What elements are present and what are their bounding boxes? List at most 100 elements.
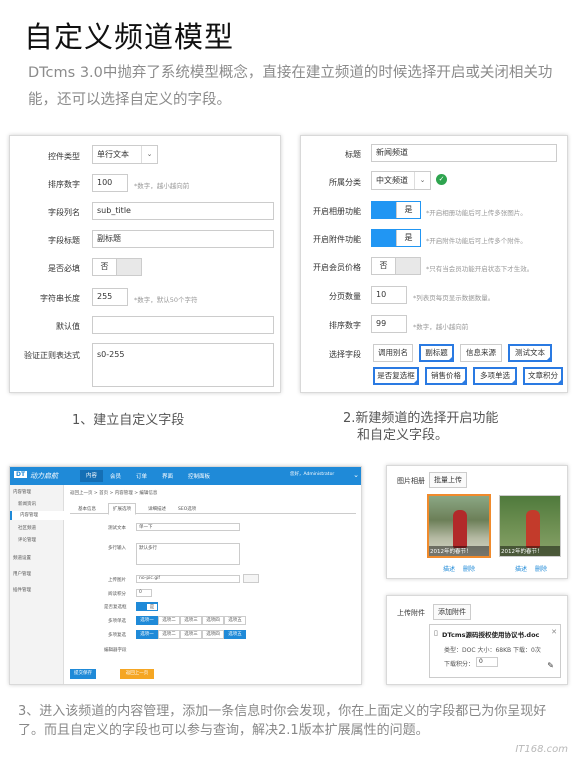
top-nav: DT 动力启航 内容 会员 订单 界面 控制面板 您好，Administrato…: [10, 467, 361, 485]
menu-chevron-icon[interactable]: ⌄: [353, 471, 359, 479]
field-label: 默认值: [56, 322, 80, 331]
edit-icon[interactable]: ✎: [547, 661, 554, 670]
field-hint: *开启附件功能后可上传多个附件。: [426, 237, 527, 245]
sidebar-group[interactable]: 用户管理: [13, 571, 31, 577]
sidebar-group[interactable]: 频道设置: [13, 555, 31, 561]
field-label: 控件类型: [48, 152, 80, 161]
field-label: 分页数量: [329, 292, 361, 301]
nav-item-content[interactable]: 内容: [80, 470, 104, 482]
form-label: 编辑器字段: [104, 648, 127, 653]
nav-item-ui[interactable]: 界面: [162, 472, 173, 480]
field-option[interactable]: 销售价格: [425, 367, 467, 385]
nav-item-member[interactable]: 会员: [110, 472, 121, 480]
radio-option-active[interactable]: 选项一: [136, 616, 158, 625]
sidebar-item[interactable]: 新闻资讯: [18, 501, 36, 507]
field-label: 字段标题: [48, 236, 80, 245]
checkbox-option[interactable]: 选项三: [180, 630, 202, 639]
describe-link[interactable]: 描述: [515, 564, 527, 573]
field-form-panel: 控件类型 单行文本 ⌄ 排序数字 100 *数字，越小越向前 字段列名 sub_t…: [9, 135, 281, 393]
form-label: 上传图片: [108, 578, 126, 583]
tab-seo[interactable]: SEO选项: [178, 506, 196, 512]
field-option[interactable]: 调用别名: [373, 344, 413, 362]
field-hint: *列表页每页显示数据数量。: [413, 294, 495, 302]
field-option[interactable]: 多项单选: [473, 367, 517, 385]
field-label: 排序数字: [48, 180, 80, 189]
channel-title-input[interactable]: 新闻频道: [371, 144, 557, 162]
sidebar-group[interactable]: 插件管理: [13, 587, 31, 593]
breadcrumb: 返回上一页 > 首页 > 内容管理 > 编辑信息: [70, 491, 158, 496]
field-option[interactable]: 文章积分: [523, 367, 563, 385]
tab-extended[interactable]: 扩展选项: [108, 503, 136, 515]
required-toggle[interactable]: 否: [92, 258, 142, 276]
sidebar-group[interactable]: 内容管理: [13, 489, 31, 495]
points-input[interactable]: 0: [136, 589, 152, 597]
cms-admin-panel: DT 动力启航 内容 会员 订单 界面 控制面板 您好，Administrato…: [9, 466, 362, 685]
category-select[interactable]: 中文频道 ⌄: [371, 171, 431, 190]
field-option[interactable]: 是否复选框: [373, 367, 419, 385]
form-label: 是否复选框: [104, 605, 127, 610]
page-size-input[interactable]: 10: [371, 286, 407, 304]
field-hint: *开启相册功能后可上传多张图片。: [426, 209, 527, 217]
photo-thumbnail-selected[interactable]: 2012年的春节！: [427, 494, 491, 558]
sidebar-item[interactable]: 社区频道: [18, 525, 36, 531]
tab-description[interactable]: 详细描述: [148, 506, 166, 512]
file-icon: ▯: [434, 629, 438, 637]
tab-basic[interactable]: 基本信息: [78, 506, 96, 512]
field-option[interactable]: 信息来源: [460, 344, 502, 362]
checkbox-group: 选项一 选项二 选项三 选项四 选项五: [136, 630, 246, 639]
sidebar: 内容管理 新闻资讯 内容管理 社区频道 评论管理 频道设置 用户管理 插件管理: [10, 485, 64, 684]
multiline-textarea[interactable]: 默认多行: [136, 543, 240, 565]
radio-option[interactable]: 选项四: [202, 616, 224, 625]
close-icon[interactable]: ✕: [551, 628, 557, 636]
delete-link[interactable]: 删除: [535, 564, 547, 573]
field-hint: *数字，越小越向前: [134, 182, 190, 190]
radio-group: 选项一 选项二 选项三 选项四 选项五: [136, 616, 246, 625]
sidebar-item[interactable]: 评论管理: [18, 537, 36, 543]
back-button[interactable]: 返回上一页: [120, 669, 154, 679]
field-label: 开启会员价格: [313, 263, 361, 272]
checkbox-option[interactable]: 选项四: [202, 630, 224, 639]
add-attachment-button[interactable]: 添加附件: [433, 604, 471, 620]
attachment-panel: 上传附件 添加附件 ▯ DTcms源码授权使用协议书.doc ✕ 类型：DOC …: [386, 595, 568, 685]
column-name-input[interactable]: sub_title: [92, 202, 274, 220]
sort-input[interactable]: 100: [92, 174, 128, 192]
radio-option[interactable]: 选项二: [158, 616, 180, 625]
checkbox-option-active[interactable]: 选项一: [136, 630, 158, 639]
radio-option[interactable]: 选项五: [224, 616, 246, 625]
test-text-input[interactable]: 单一下: [136, 523, 240, 531]
field-title-input[interactable]: 副标题: [92, 230, 274, 248]
caption-step2: 2.新建频道的选择开启功能 和自定义字段。: [343, 411, 499, 443]
field-label: 字段列名: [48, 208, 80, 217]
page-title: 自定义频道模型: [24, 20, 235, 54]
field-hint: *数字，越小越向前: [413, 323, 469, 331]
radio-option[interactable]: 选项三: [180, 616, 202, 625]
album-toggle[interactable]: 是: [371, 201, 421, 219]
field-label: 开启相册功能: [313, 207, 361, 216]
field-option[interactable]: 测试文本: [508, 344, 552, 362]
describe-link[interactable]: 描述: [443, 564, 455, 573]
form-label: 多项复选: [108, 633, 126, 638]
checkbox-toggle[interactable]: 是: [136, 602, 158, 611]
photo-thumbnail[interactable]: 2012年的春节！: [499, 495, 561, 557]
nav-item-order[interactable]: 订单: [136, 472, 147, 480]
nav-item-control[interactable]: 控制面板: [188, 472, 210, 480]
batch-upload-button[interactable]: 批量上传: [429, 472, 467, 488]
browse-button[interactable]: [243, 574, 259, 583]
sort-input[interactable]: 99: [371, 315, 407, 333]
member-price-toggle[interactable]: 否: [371, 257, 421, 275]
length-input[interactable]: 255: [92, 288, 128, 306]
upload-image-input[interactable]: no-pic.gif: [136, 575, 240, 583]
attach-label: 上传附件: [397, 609, 425, 617]
checkbox-option-active[interactable]: 选项五: [224, 630, 246, 639]
album-label: 图片相册: [397, 477, 425, 485]
attach-toggle[interactable]: 是: [371, 229, 421, 247]
regex-textarea[interactable]: s0-255: [92, 343, 274, 387]
delete-link[interactable]: 删除: [463, 564, 475, 573]
submit-button[interactable]: 提交保存: [70, 669, 96, 679]
control-type-select[interactable]: 单行文本 ⌄: [92, 145, 158, 164]
field-option[interactable]: 副标题: [419, 344, 454, 362]
default-value-input[interactable]: [92, 316, 274, 334]
download-points-input[interactable]: 0: [476, 657, 498, 667]
sidebar-item-active[interactable]: 内容管理: [10, 511, 64, 520]
checkbox-option[interactable]: 选项二: [158, 630, 180, 639]
